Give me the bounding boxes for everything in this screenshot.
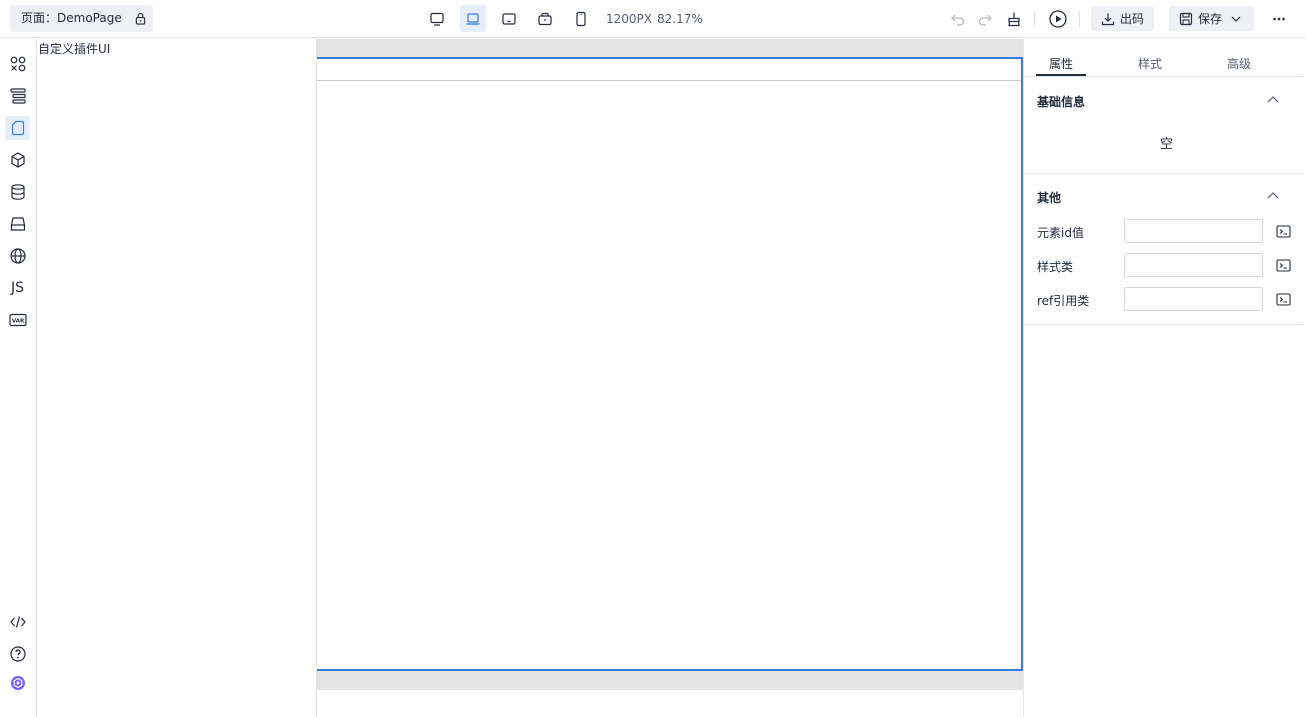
left-icon-rail: JS VAR <box>0 39 37 717</box>
tablet-landscape-icon <box>502 12 516 25</box>
rail-pages-button[interactable] <box>5 116 30 140</box>
chevron-down-icon[interactable] <box>1230 13 1242 25</box>
lock-button[interactable] <box>127 5 153 32</box>
rail-components-button[interactable] <box>5 52 30 76</box>
export-code-button[interactable]: 出码 <box>1091 6 1155 31</box>
section-divider <box>1024 324 1304 325</box>
rail-i18n-button[interactable] <box>5 244 30 268</box>
variables-icon: VAR <box>8 313 27 327</box>
save-icon <box>1179 12 1193 25</box>
canvas-header-divider <box>317 80 1021 81</box>
terminal-icon <box>1275 258 1291 272</box>
canvas-page-frame[interactable] <box>317 57 1023 671</box>
save-label: 保存 <box>1198 12 1223 26</box>
tab-properties[interactable]: 属性 <box>1049 55 1073 72</box>
mobile-icon <box>576 11 586 26</box>
cube-icon <box>10 152 25 168</box>
redo-button[interactable] <box>974 8 996 30</box>
js-icon: JS <box>10 280 24 296</box>
tab-styles[interactable]: 样式 <box>1138 55 1162 72</box>
toolbar-divider <box>1079 11 1080 27</box>
device-switcher <box>424 5 604 32</box>
rail-outline-button[interactable] <box>5 84 30 108</box>
rail-datasource-button[interactable] <box>5 180 30 204</box>
canvas-top-margin <box>317 39 1023 57</box>
toolbar-divider <box>1034 11 1035 27</box>
save-button[interactable]: 保存 <box>1169 6 1255 31</box>
element-id-bind-button[interactable] <box>1275 224 1291 238</box>
rail-source-code-button[interactable] <box>5 610 30 634</box>
laptop-device-button[interactable] <box>460 5 486 32</box>
canvas-width-readout: 1200PX <box>606 12 652 26</box>
canvas-zoom-readout[interactable]: 82.17% <box>657 12 703 26</box>
ref-class-input[interactable] <box>1124 287 1263 311</box>
basic-info-section-title[interactable]: 基础信息 <box>1037 93 1085 110</box>
desktop-icon <box>430 12 444 26</box>
plugin-panel-title: 自定义插件UI <box>38 42 111 56</box>
laptop-icon <box>466 12 480 25</box>
broom-icon <box>1008 12 1020 27</box>
tablet-portrait-device-button[interactable] <box>532 5 558 32</box>
element-id-input[interactable] <box>1124 219 1263 243</box>
section-divider <box>1024 173 1304 174</box>
chevron-up-icon[interactable] <box>1266 93 1280 107</box>
tabs-divider <box>1024 76 1304 77</box>
rail-help-button[interactable] <box>5 642 30 666</box>
storage-icon <box>10 217 25 231</box>
top-toolbar: 页面：DemoPage 1200PX 82.17% 出码 保存 <box>0 0 1306 38</box>
globe-icon <box>9 248 26 264</box>
preview-button[interactable] <box>1047 8 1069 30</box>
code-icon <box>9 616 26 628</box>
tab-advanced[interactable]: 高级 <box>1227 55 1251 72</box>
database-icon <box>10 184 25 200</box>
tablet-landscape-device-button[interactable] <box>496 5 522 32</box>
property-tabs: 属性 样式 高级 <box>1036 51 1294 76</box>
ref-class-label: ref引用类 <box>1037 294 1090 308</box>
property-panel: 属性 样式 高级 基础信息 空 其他 元素id值 样式类 ref引用类 <box>1023 39 1304 717</box>
redo-icon <box>978 14 992 26</box>
mobile-device-button[interactable] <box>568 5 594 32</box>
rail-plugin-button[interactable] <box>5 671 30 695</box>
more-button[interactable] <box>1268 8 1290 30</box>
outline-tree-icon <box>9 88 26 104</box>
rail-variables-button[interactable]: VAR <box>5 308 30 332</box>
plugin-panel: 自定义插件UI <box>37 39 317 717</box>
other-section-title[interactable]: 其他 <box>1037 189 1061 206</box>
rotate-device-icon <box>538 12 552 25</box>
page-selector[interactable]: 页面：DemoPage <box>10 5 133 32</box>
terminal-icon <box>1275 224 1291 238</box>
undo-icon <box>951 14 965 26</box>
ref-class-bind-button[interactable] <box>1275 292 1291 306</box>
page-file-icon <box>11 120 24 136</box>
undo-button[interactable] <box>947 8 969 30</box>
components-icon <box>10 56 25 72</box>
canvas-bottom-margin <box>317 671 1023 690</box>
style-class-bind-button[interactable] <box>1275 258 1291 272</box>
rail-storage-button[interactable] <box>5 212 30 236</box>
terminal-icon <box>1275 292 1291 306</box>
lock-icon <box>135 13 145 25</box>
element-id-label: 元素id值 <box>1037 226 1084 240</box>
basic-info-empty-text: 空 <box>1160 137 1174 152</box>
chevron-up-icon[interactable] <box>1266 189 1280 203</box>
clear-button[interactable] <box>1003 8 1025 30</box>
play-circle-icon <box>1049 10 1067 28</box>
more-dots-icon <box>1273 17 1285 21</box>
rail-blocks-button[interactable] <box>5 148 30 172</box>
design-canvas[interactable] <box>317 39 1023 717</box>
desktop-device-button[interactable] <box>424 5 450 32</box>
download-icon <box>1101 13 1115 25</box>
plugin-logo-icon <box>10 676 25 690</box>
export-code-label: 出码 <box>1120 12 1145 26</box>
style-class-input[interactable] <box>1124 253 1263 277</box>
style-class-label: 样式类 <box>1037 260 1074 274</box>
help-circle-icon <box>9 646 26 662</box>
rail-js-button[interactable]: JS <box>5 276 30 300</box>
svg-text:VAR: VAR <box>11 319 24 325</box>
